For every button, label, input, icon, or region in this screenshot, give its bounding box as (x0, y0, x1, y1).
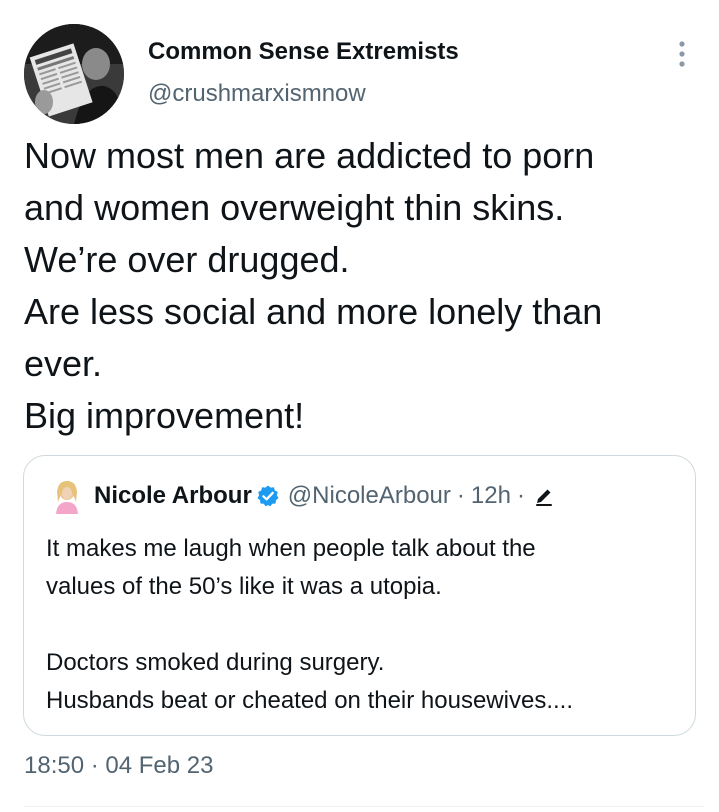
divider (24, 806, 704, 807)
separator-dot: · (456, 482, 465, 509)
tweet-text: Now most men are addicted to porn and wo… (24, 130, 704, 442)
quoted-author-handle[interactable]: @NicoleArbour (288, 482, 451, 510)
tweet-text-line: Big improvement! (24, 395, 305, 436)
tweet-date: 04 Feb 23 (105, 752, 214, 779)
quoted-text-line: Doctors smoked during surgery. (46, 649, 385, 676)
author-name[interactable]: Common Sense Extremists (148, 38, 459, 66)
quoted-tweet-time[interactable]: 12h (471, 482, 511, 510)
tweet-time: 18:50 (24, 752, 85, 779)
quoted-text-line: values of the 50’s like it was a utopia. (46, 573, 442, 600)
separator-dot: · (90, 752, 99, 779)
quoted-tweet-text: It makes me laugh when people talk about… (46, 530, 686, 720)
quoted-tweet-header: Nicole Arbour @NicoleArbour · 12h · (94, 482, 555, 510)
author-handle[interactable]: @crushmarxismnow (148, 80, 366, 108)
tweet-text-line: and women overweight thin skins. (24, 187, 565, 228)
edit-pencil-icon (533, 485, 555, 507)
tweet-timestamp[interactable]: 18:50 · 04 Feb 23 (24, 752, 214, 780)
tweet-text-line: ever. (24, 343, 103, 384)
tweet-text-line: We’re over drugged. (24, 239, 350, 280)
tweet-text-line: Are less social and more lonely than (24, 291, 603, 332)
quoted-text-line: Husbands beat or cheated on their housew… (46, 687, 573, 714)
quoted-text-line: It makes me laugh when people talk about… (46, 535, 536, 562)
quoted-author-name[interactable]: Nicole Arbour (94, 482, 252, 510)
more-options-icon[interactable] (672, 38, 692, 70)
author-avatar[interactable] (24, 24, 124, 124)
verified-badge-icon (256, 484, 280, 508)
quoted-author-avatar[interactable] (52, 480, 82, 514)
quoted-text-line (46, 606, 686, 644)
separator-dot: · (516, 482, 525, 509)
quoted-tweet-card[interactable]: Nicole Arbour @NicoleArbour · 12h · It m… (23, 455, 696, 736)
tweet-text-line: Now most men are addicted to porn (24, 135, 595, 176)
